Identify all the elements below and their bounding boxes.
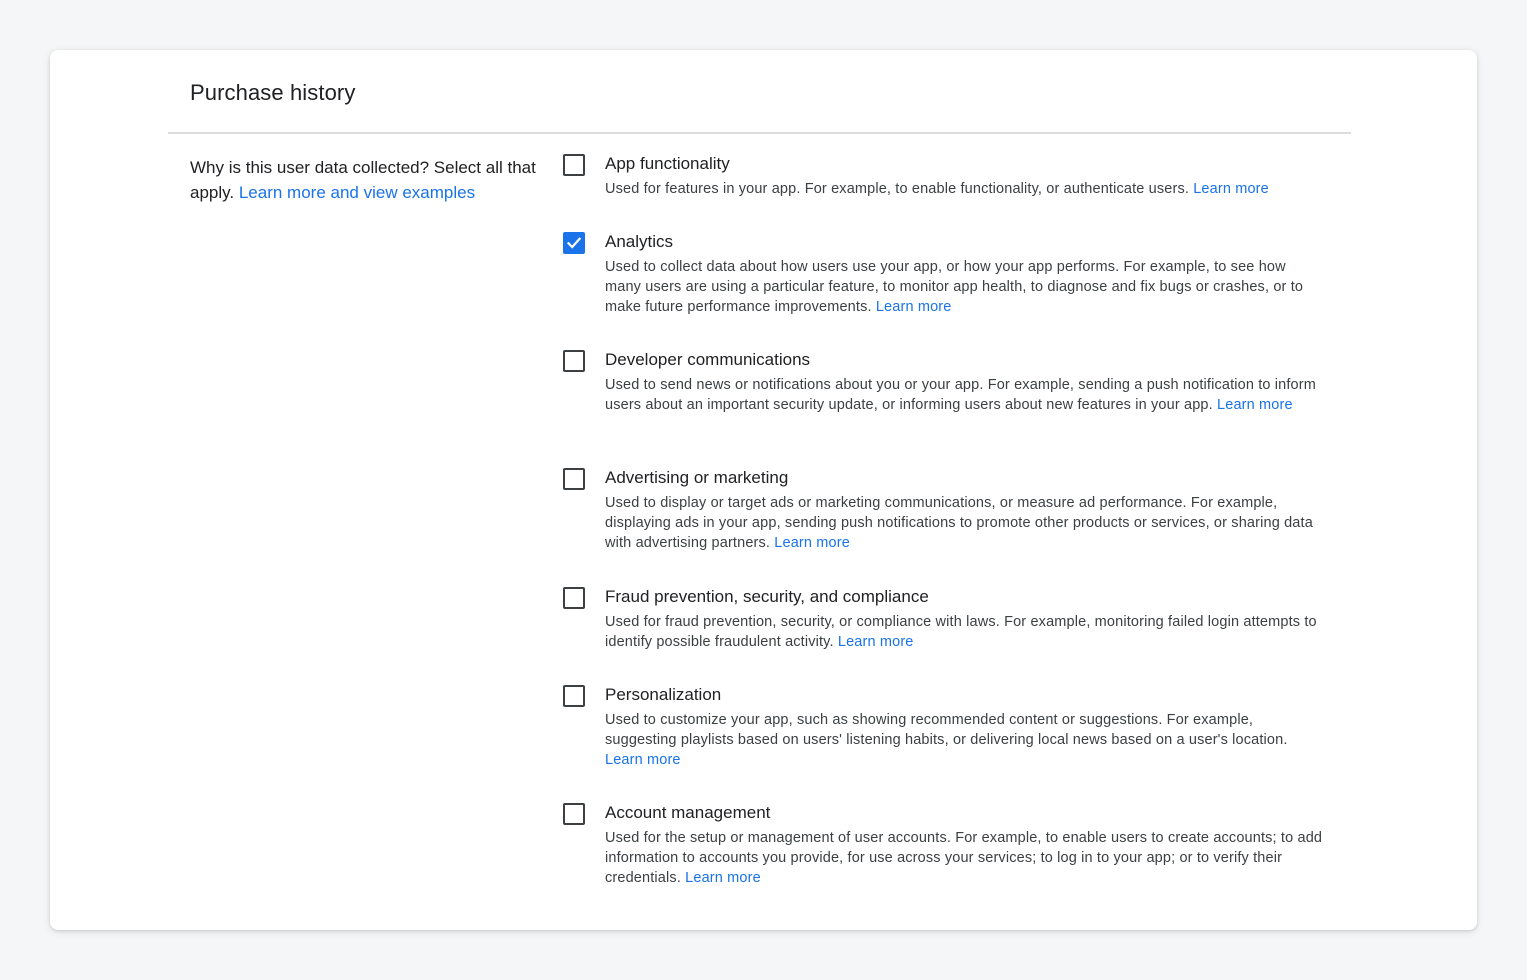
option-title: Developer communications bbox=[605, 350, 811, 369]
checkbox-personalization[interactable] bbox=[563, 685, 585, 707]
option-title: App functionality bbox=[605, 154, 730, 173]
option-description: Used for features in your app. For examp… bbox=[605, 179, 1325, 199]
learn-more-examples-link[interactable]: Learn more and view examples bbox=[239, 183, 475, 202]
option-description: Used for fraud prevention, security, or … bbox=[605, 612, 1325, 652]
question-text: Why is this user data collected? Select … bbox=[190, 155, 540, 205]
option-title: Personalization bbox=[605, 685, 722, 704]
option-description-text: Used to collect data about how users use… bbox=[605, 259, 1304, 316]
checkbox-analytics[interactable] bbox=[563, 232, 585, 254]
option-title: Analytics bbox=[605, 232, 674, 251]
option-description: Used to collect data about how users use… bbox=[605, 257, 1325, 318]
checkmark-icon bbox=[566, 237, 582, 249]
checkbox-account-management[interactable] bbox=[563, 803, 585, 825]
option-description-text: Used to display or target ads or marketi… bbox=[605, 495, 1313, 552]
option-description: Used for the setup or management of user… bbox=[605, 828, 1325, 889]
option-description-text: Used to customize your app, such as show… bbox=[605, 712, 1288, 749]
option-description: Used to customize your app, such as show… bbox=[605, 710, 1325, 771]
checkbox-advertising-marketing[interactable] bbox=[563, 468, 585, 490]
checkbox-fraud-prevention[interactable] bbox=[563, 587, 585, 609]
checkbox-developer-communications[interactable] bbox=[563, 350, 585, 372]
option-description-text: Used for features in your app. For examp… bbox=[605, 181, 1190, 197]
learn-more-link[interactable]: Learn more bbox=[876, 299, 952, 315]
option-description-text: Used to send news or notifications about… bbox=[605, 377, 1316, 414]
learn-more-link[interactable]: Learn more bbox=[1217, 397, 1293, 413]
option-description-text: Used for fraud prevention, security, or … bbox=[605, 614, 1317, 651]
purchase-history-card: Purchase history Why is this user data c… bbox=[50, 50, 1477, 930]
learn-more-link[interactable]: Learn more bbox=[1193, 181, 1269, 197]
learn-more-link[interactable]: Learn more bbox=[774, 535, 850, 551]
learn-more-link[interactable]: Learn more bbox=[838, 634, 914, 650]
option-title: Advertising or marketing bbox=[605, 468, 789, 487]
option-description: Used to display or target ads or marketi… bbox=[605, 493, 1325, 554]
learn-more-link[interactable]: Learn more bbox=[685, 870, 761, 886]
option-title: Account management bbox=[605, 803, 771, 822]
option-description: Used to send news or notifications about… bbox=[605, 375, 1325, 415]
section-divider bbox=[168, 132, 1351, 134]
learn-more-link[interactable]: Learn more bbox=[605, 752, 681, 768]
option-title: Fraud prevention, security, and complian… bbox=[605, 587, 929, 606]
section-title: Purchase history bbox=[190, 80, 356, 105]
checkbox-app-functionality[interactable] bbox=[563, 154, 585, 176]
